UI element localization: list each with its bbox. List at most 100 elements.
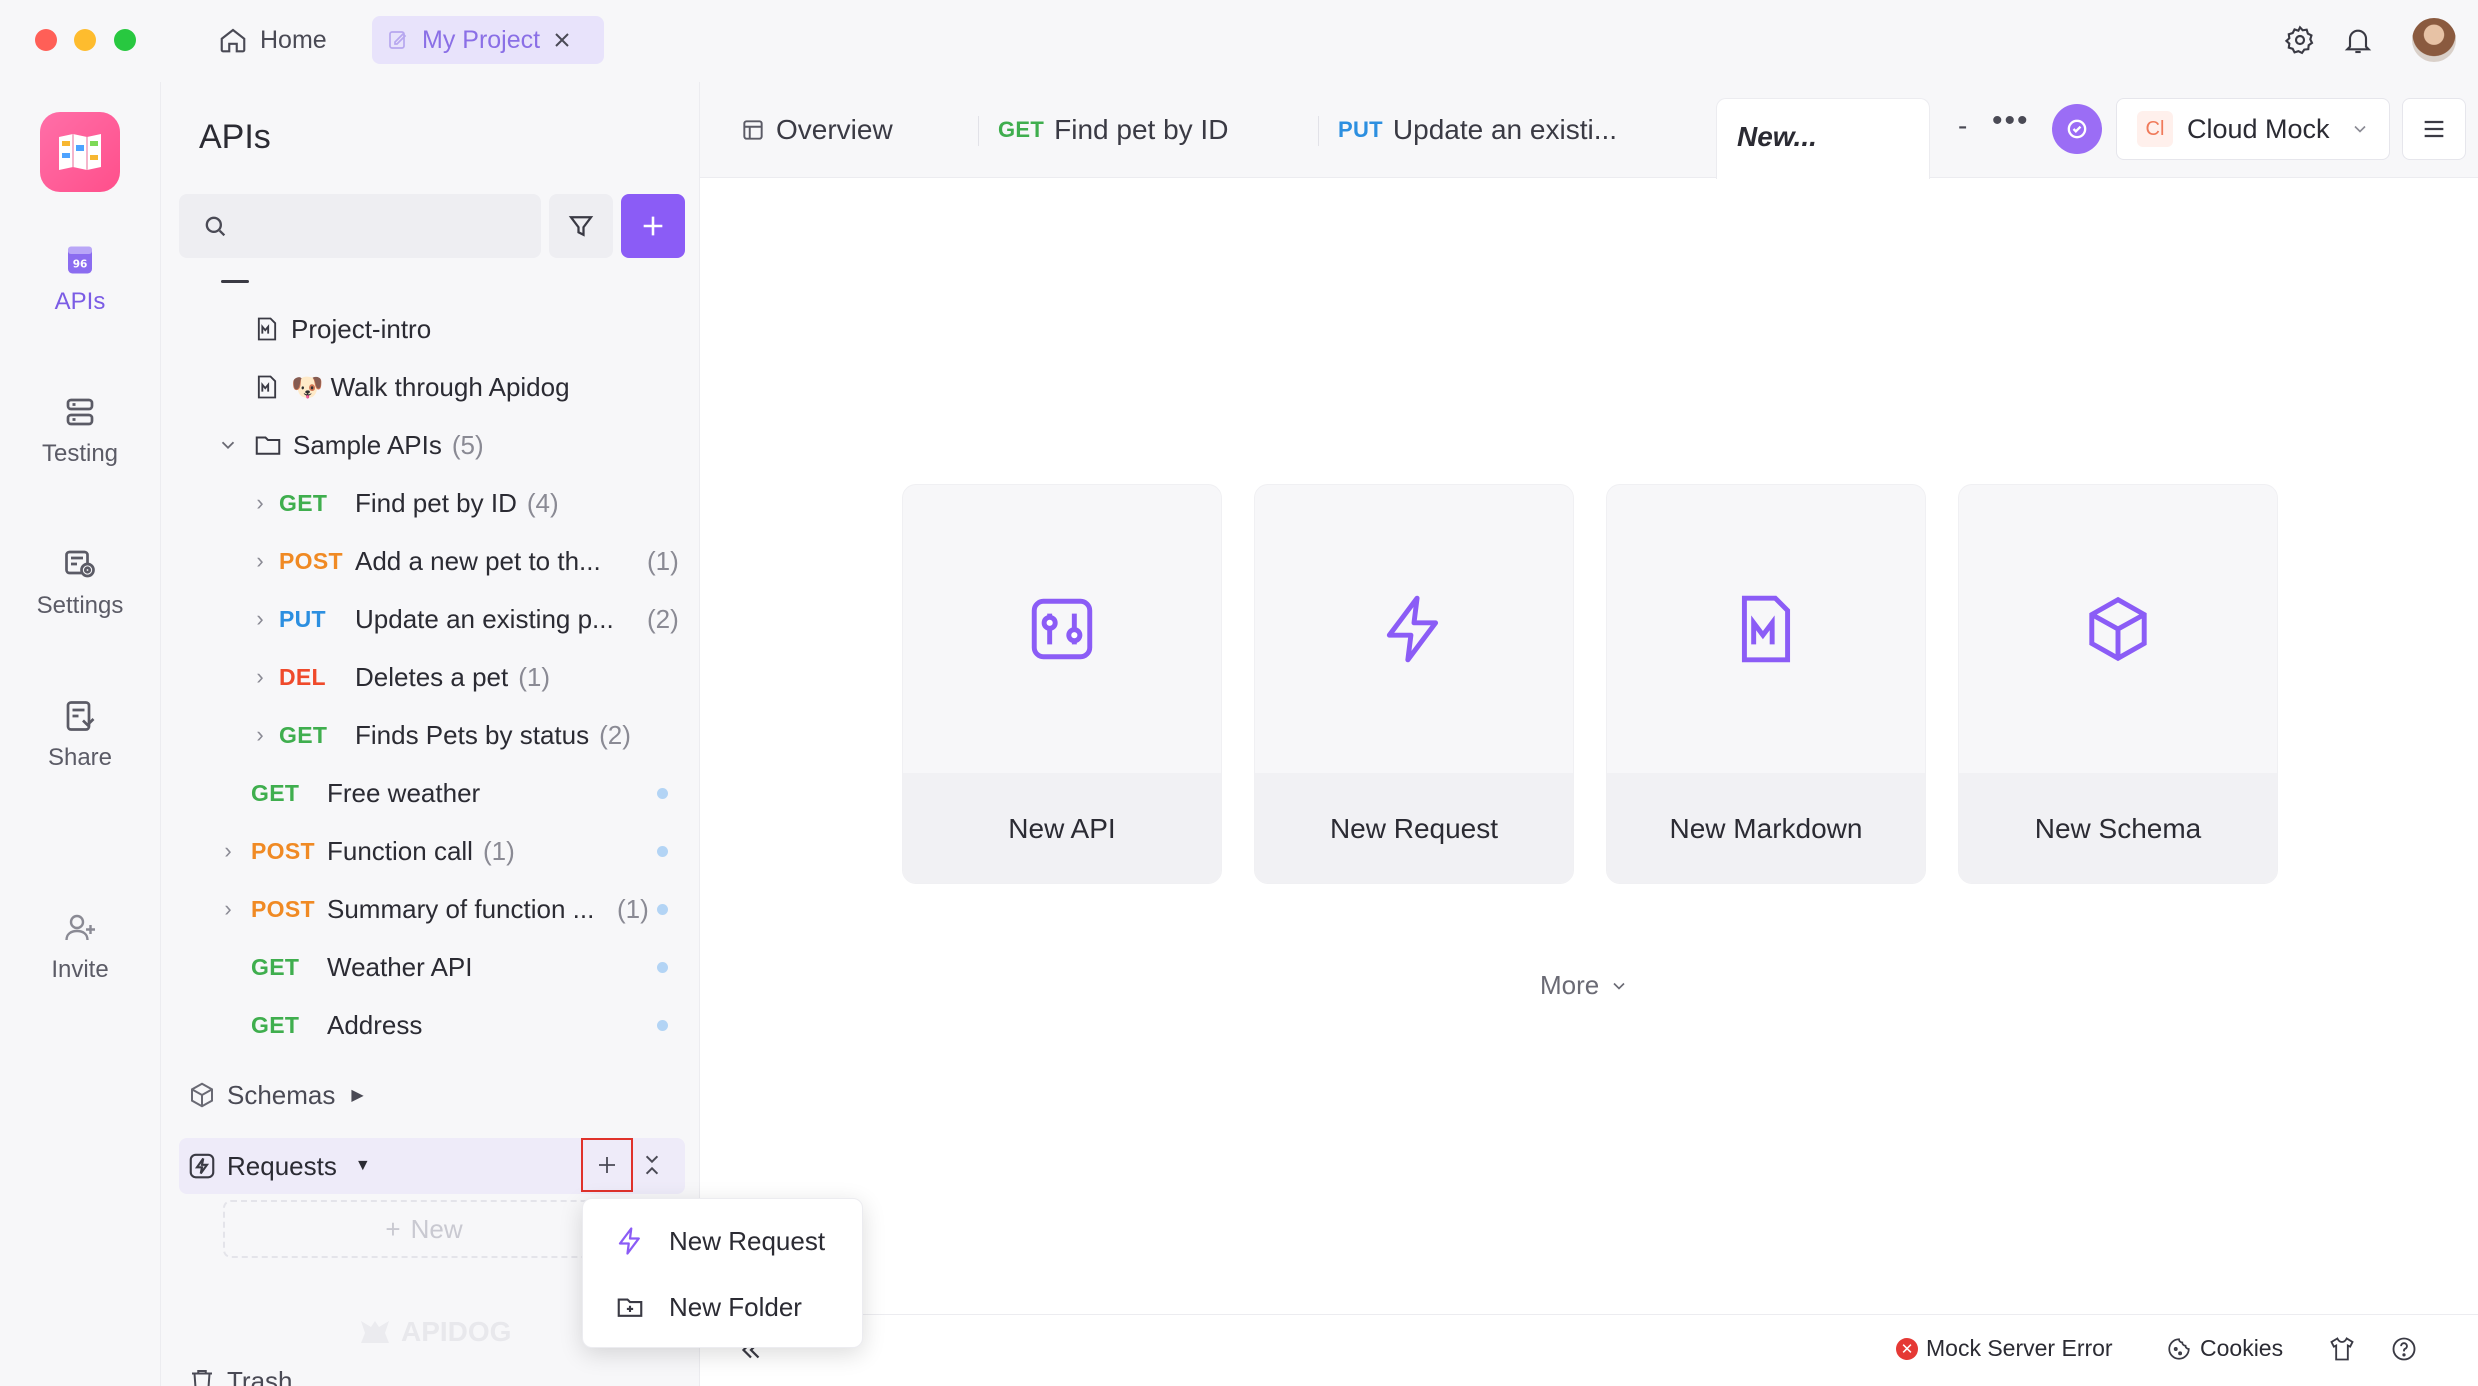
filter-icon bbox=[566, 211, 596, 241]
project-tab-label: My Project bbox=[422, 25, 541, 54]
tree-api-update-pet[interactable]: › PUT Update an existing p... (2) bbox=[249, 596, 678, 642]
mock-server-status[interactable]: ✕ Mock Server Error bbox=[1896, 1335, 2113, 1362]
gear-icon[interactable] bbox=[2284, 24, 2316, 56]
tree-folder-sample-apis[interactable]: Sample APIs (5) bbox=[217, 422, 484, 468]
trash-section[interactable]: Trash bbox=[187, 1358, 293, 1386]
sync-icon bbox=[2063, 115, 2091, 143]
menu-button[interactable] bbox=[2402, 98, 2466, 160]
method-badge: GET bbox=[251, 953, 300, 980]
chevron-right-icon: › bbox=[256, 548, 264, 573]
bell-icon[interactable] bbox=[2342, 24, 2374, 56]
folder-plus-icon bbox=[615, 1292, 645, 1322]
tab-overview[interactable]: Overview bbox=[740, 102, 893, 158]
cookies-button[interactable]: Cookies bbox=[2166, 1335, 2283, 1362]
title-bar: Home My Project bbox=[0, 0, 2478, 82]
nav-share[interactable]: Share bbox=[0, 698, 160, 772]
method-badge: DEL bbox=[279, 663, 326, 690]
tree-item-project-intro[interactable]: Project-intro bbox=[253, 306, 431, 352]
search-box[interactable] bbox=[179, 194, 541, 258]
caret-down-icon: ▼ bbox=[354, 1157, 371, 1174]
nav-apis[interactable]: 96 APIs bbox=[0, 242, 160, 316]
card-new-schema[interactable]: New Schema bbox=[1958, 484, 2278, 884]
tab-update-pet[interactable]: PUT Update an existi... bbox=[1338, 102, 1617, 158]
tree-api-address[interactable]: GET Address bbox=[251, 1002, 422, 1048]
tree-item-label: Project-intro bbox=[291, 313, 432, 344]
tab-find-pet[interactable]: GET Find pet by ID bbox=[998, 102, 1228, 158]
lightning-icon bbox=[1377, 592, 1451, 666]
tab-divider bbox=[1318, 116, 1319, 146]
sync-button[interactable] bbox=[2052, 104, 2102, 154]
api-label: Deletes a pet bbox=[355, 661, 509, 692]
tab-dash: - bbox=[1958, 110, 1968, 141]
add-request-button[interactable] bbox=[581, 1138, 633, 1192]
tree-api-function-call[interactable]: › POST Function call (1) bbox=[217, 828, 514, 874]
api-label: Find pet by ID bbox=[355, 487, 517, 518]
tree-api-summary[interactable]: › POST Summary of function ... (1) bbox=[217, 886, 648, 932]
folder-icon bbox=[253, 430, 283, 460]
search-input[interactable] bbox=[239, 212, 519, 240]
chevron-right-icon: › bbox=[256, 722, 264, 747]
tree-api-weather[interactable]: GET Weather API bbox=[251, 944, 473, 990]
window-minimize-button[interactable] bbox=[74, 29, 96, 51]
window-close-button[interactable] bbox=[35, 29, 57, 51]
tree-api-add-pet[interactable]: › POST Add a new pet to th... (1) bbox=[249, 538, 678, 584]
chevron-right-icon: › bbox=[224, 896, 232, 921]
card-new-markdown[interactable]: New Markdown bbox=[1606, 484, 1926, 884]
home-icon bbox=[218, 25, 248, 55]
avatar[interactable] bbox=[2412, 18, 2456, 62]
method-badge: POST bbox=[251, 837, 315, 864]
nav-apis-label: APIs bbox=[54, 288, 106, 315]
tree-api-find-by-status[interactable]: › GET Finds Pets by status (2) bbox=[249, 712, 631, 758]
nav-testing[interactable]: Testing bbox=[0, 394, 160, 468]
tab-label: Overview bbox=[776, 114, 893, 145]
schemas-section[interactable]: Schemas ▶ bbox=[187, 1072, 364, 1118]
environment-select[interactable]: Cl Cloud Mock bbox=[2116, 98, 2390, 160]
filter-button[interactable] bbox=[549, 194, 613, 258]
tree-api-free-weather[interactable]: GET Free weather bbox=[251, 770, 480, 816]
hamburger-icon bbox=[2420, 115, 2448, 143]
tree-api-find-pet[interactable]: › GET Find pet by ID (4) bbox=[249, 480, 559, 526]
tree-api-delete-pet[interactable]: › DEL Deletes a pet (1) bbox=[249, 654, 550, 700]
menu-item-new-folder[interactable]: New Folder bbox=[583, 1275, 864, 1339]
markdown-file-icon bbox=[253, 373, 281, 401]
app-logo[interactable] bbox=[40, 112, 120, 192]
more-tabs-icon[interactable]: ••• bbox=[1992, 104, 2030, 138]
menu-item-new-request[interactable]: New Request bbox=[583, 1209, 864, 1273]
tab-label: Find pet by ID bbox=[1054, 114, 1229, 145]
api-icon bbox=[1025, 592, 1099, 666]
help-icon[interactable] bbox=[2390, 1335, 2418, 1363]
tree-item-walkthrough[interactable]: 🐶 Walk through Apidog bbox=[253, 364, 570, 410]
project-tab[interactable]: My Project bbox=[372, 16, 604, 64]
home-tab-label: Home bbox=[260, 25, 327, 54]
home-tab[interactable]: Home bbox=[204, 16, 341, 64]
api-count: (4) bbox=[526, 487, 559, 518]
api-label: Weather API bbox=[327, 951, 473, 982]
requests-row[interactable]: Requests ▼ bbox=[187, 1143, 371, 1189]
cookies-label: Cookies bbox=[2200, 1335, 2284, 1361]
nav-invite[interactable]: Invite bbox=[0, 910, 160, 984]
sidebar-title: APIs bbox=[199, 118, 271, 156]
collapse-icon[interactable] bbox=[639, 1152, 665, 1178]
apis-icon: 96 bbox=[62, 242, 98, 278]
method-badge: GET bbox=[279, 489, 328, 516]
lightning-icon bbox=[615, 1226, 645, 1256]
window-zoom-button[interactable] bbox=[114, 29, 136, 51]
error-icon: ✕ bbox=[1896, 1337, 1918, 1360]
api-count: (1) bbox=[518, 661, 550, 692]
tab-new-active[interactable]: New... bbox=[1716, 98, 1930, 179]
search-icon bbox=[201, 212, 229, 240]
new-placeholder-button[interactable]: + New bbox=[223, 1200, 625, 1258]
nav-settings[interactable]: Settings bbox=[0, 546, 160, 620]
method-badge: PUT bbox=[1338, 117, 1383, 142]
caret-right-icon: ▶ bbox=[351, 1087, 364, 1104]
close-tab-icon[interactable] bbox=[552, 30, 572, 50]
card-new-api[interactable]: New API bbox=[902, 484, 1222, 884]
method-badge: GET bbox=[251, 1011, 300, 1038]
card-label: New Request bbox=[1255, 773, 1573, 883]
card-new-request[interactable]: New Request bbox=[1254, 484, 1574, 884]
cookie-icon bbox=[2166, 1336, 2192, 1362]
add-button[interactable] bbox=[621, 194, 685, 258]
more-button[interactable]: More bbox=[1540, 970, 1629, 1001]
shirt-icon[interactable] bbox=[2328, 1335, 2356, 1363]
chevron-right-icon: › bbox=[256, 606, 264, 631]
